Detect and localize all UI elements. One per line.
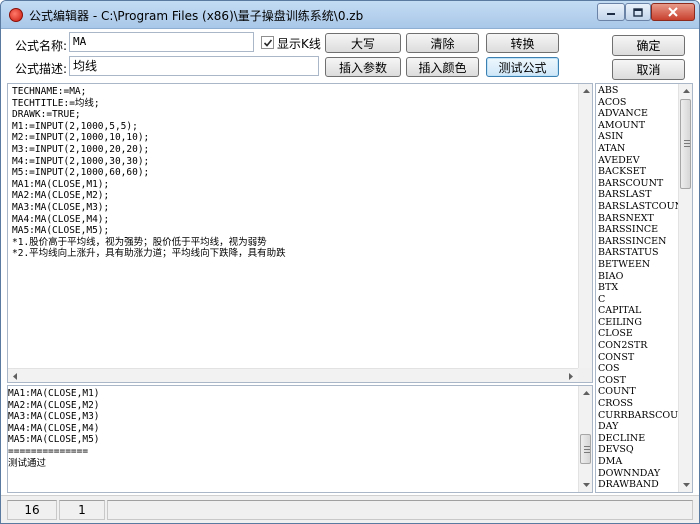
arrow-left-icon <box>13 372 17 380</box>
code-line: M5:=INPUT(2,1000,60,60); <box>12 167 150 179</box>
status-line-number: 16 <box>7 500 57 520</box>
scroll-up-arrow[interactable] <box>579 84 592 98</box>
scroll-down-arrow[interactable] <box>579 478 592 492</box>
output-line: MA1:MA(CLOSE,M1) <box>8 388 100 399</box>
minimize-button[interactable] <box>597 3 625 21</box>
scroll-up-arrow[interactable] <box>579 386 592 400</box>
code-text[interactable]: TECHNAME:=MA; TECHTITLE:=均线; DRAWK:=TRUE; M… <box>12 86 286 260</box>
thumb-grip <box>584 452 590 453</box>
test-formula-button[interactable]: 测试公式 <box>486 57 559 77</box>
output-text: MA1:MA(CLOSE,M1) MA2:MA(CLOSE,M2) MA3:MA(C… <box>8 388 100 469</box>
formula-editor[interactable]: TECHNAME:=MA; TECHTITLE:=均线; DRAWK:=TRUE; M… <box>7 83 593 383</box>
toolbar: 公式名称: MA 显示K线 大写 清除 转换 确定 公式描述: 均线 插入参数 … <box>1 29 699 81</box>
output-line: MA2:MA(CLOSE,M2) <box>8 399 100 411</box>
cancel-button[interactable]: 取消 <box>612 59 685 80</box>
scrollbar-corner <box>578 368 592 382</box>
code-line: *1.股价高于平均线，视为强势；股价低于平均线，视为弱势 <box>12 236 267 248</box>
code-line: M4:=INPUT(2,1000,30,30); <box>12 155 150 167</box>
insert-param-button[interactable]: 插入参数 <box>325 57 401 77</box>
convert-button[interactable]: 转换 <box>486 33 559 53</box>
code-line: M3:=INPUT(2,1000,20,20); <box>12 143 150 155</box>
editor-horizontal-scrollbar[interactable] <box>8 368 578 382</box>
scroll-thumb[interactable] <box>680 99 691 189</box>
minimize-icon <box>607 13 615 15</box>
arrow-up-icon <box>582 391 590 395</box>
arrow-up-icon <box>682 89 690 93</box>
code-line: *2.平均线向上涨升，具有助涨力道；平均线向下跌降，具有助跌 <box>12 248 286 260</box>
code-line: MA1:MA(CLOSE,M1); <box>12 178 110 190</box>
app-icon <box>9 8 23 22</box>
close-button[interactable] <box>651 3 695 21</box>
code-line: MA4:MA(CLOSE,M4); <box>12 213 110 225</box>
code-line: M2:=INPUT(2,1000,10,10); <box>12 132 150 144</box>
close-icon <box>668 7 678 17</box>
clear-button[interactable]: 清除 <box>406 33 479 53</box>
test-output-panel[interactable]: MA1:MA(CLOSE,M1) MA2:MA(CLOSE,M2) MA3:MA(C… <box>7 385 593 493</box>
arrow-down-icon <box>682 483 690 487</box>
desc-label: 公式描述: <box>15 62 68 76</box>
desc-input[interactable]: 均线 <box>69 56 319 76</box>
function-list-scrollbar[interactable] <box>678 84 692 492</box>
output-line: ============== <box>8 445 89 457</box>
output-line: MA3:MA(CLOSE,M3) <box>8 411 100 423</box>
code-line: TECHNAME:=MA; <box>12 86 87 97</box>
editor-vertical-scrollbar[interactable] <box>578 84 592 382</box>
output-line: 测试通过 <box>8 457 47 469</box>
insert-color-button[interactable]: 插入颜色 <box>406 57 479 77</box>
checkmark-icon <box>263 38 272 47</box>
thumb-grip <box>684 146 690 147</box>
code-line: DRAWK:=TRUE; <box>12 109 81 121</box>
thumb-grip <box>584 446 590 447</box>
output-vertical-scrollbar[interactable] <box>578 386 592 492</box>
uppercase-button[interactable]: 大写 <box>325 33 401 53</box>
formula-editor-window: 公式编辑器 - C:\Program Files (x86)\量子操盘训练系统\… <box>0 0 700 524</box>
thumb-grip <box>684 140 690 141</box>
status-column-number: 1 <box>59 500 105 520</box>
ok-button[interactable]: 确定 <box>612 35 685 56</box>
output-line: MA5:MA(CLOSE,M5) <box>8 434 100 446</box>
maximize-button[interactable] <box>625 3 651 21</box>
thumb-grip <box>684 143 690 144</box>
code-line: MA3:MA(CLOSE,M3); <box>12 201 110 213</box>
code-line: TECHTITLE:=均线; <box>12 97 100 109</box>
output-line: MA4:MA(CLOSE,M4) <box>8 422 100 434</box>
code-line: MA2:MA(CLOSE,M2); <box>12 190 110 202</box>
arrow-down-icon <box>582 483 590 487</box>
code-line: MA5:MA(CLOSE,M5); <box>12 225 110 237</box>
scroll-right-arrow[interactable] <box>564 369 578 382</box>
maximize-icon <box>633 7 643 17</box>
show-k-checkbox[interactable] <box>261 36 274 49</box>
show-k-label[interactable]: 显示K线 <box>277 35 321 52</box>
title-bar[interactable]: 公式编辑器 - C:\Program Files (x86)\量子操盘训练系统\… <box>1 1 699 29</box>
arrow-right-icon <box>569 372 573 380</box>
arrow-up-icon <box>582 89 590 93</box>
status-panel <box>107 500 693 520</box>
code-line: M1:=INPUT(2,1000,5,5); <box>12 120 138 132</box>
name-label: 公式名称: <box>15 39 68 53</box>
status-bar: 16 1 <box>1 495 699 523</box>
thumb-grip <box>584 449 590 450</box>
name-input[interactable]: MA <box>69 32 254 52</box>
scroll-left-arrow[interactable] <box>8 369 22 382</box>
scroll-thumb[interactable] <box>580 434 591 464</box>
scroll-down-arrow[interactable] <box>679 478 692 492</box>
function-list[interactable]: ABS ACOS ADVANCE AMOUNT ASIN ATAN AVEDEV BACKSE… <box>595 83 693 493</box>
scroll-up-arrow[interactable] <box>679 84 692 98</box>
window-title: 公式编辑器 - C:\Program Files (x86)\量子操盘训练系统\… <box>29 9 364 23</box>
